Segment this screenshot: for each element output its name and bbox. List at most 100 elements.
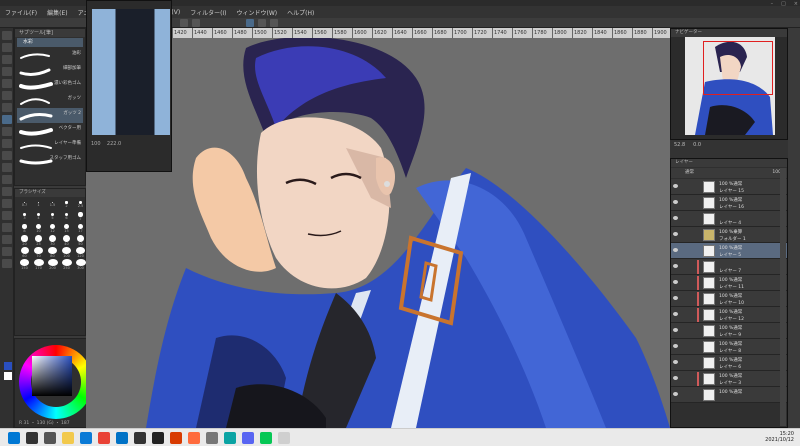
brush-size-option[interactable]: 2	[60, 199, 73, 210]
layer-row[interactable]: 100 %通常 レイヤー 8	[671, 339, 787, 355]
settings-icon[interactable]	[206, 432, 218, 444]
search-icon[interactable]	[26, 432, 38, 444]
visibility-eye-icon[interactable]	[673, 264, 678, 268]
brush-size-option[interactable]: 200	[46, 259, 59, 270]
menu-file[interactable]: ファイル(F)	[0, 8, 42, 17]
visibility-eye-icon[interactable]	[673, 312, 678, 316]
brush-size-option[interactable]: 100	[60, 247, 73, 258]
brush-size-option[interactable]: 70	[32, 247, 45, 258]
visibility-eye-icon[interactable]	[673, 200, 678, 204]
blend-tool-icon[interactable]	[2, 163, 12, 172]
visibility-eye-icon[interactable]	[673, 328, 678, 332]
brush-size-option[interactable]: 30	[46, 235, 59, 246]
drawing-canvas[interactable]	[86, 38, 670, 428]
brush-size-option[interactable]: 250	[60, 259, 73, 270]
layer-row[interactable]: 100 %通常 レイヤー 15	[671, 179, 787, 195]
visibility-eye-icon[interactable]	[673, 232, 678, 236]
media-icon[interactable]	[224, 432, 236, 444]
ruler-tool-icon[interactable]	[2, 223, 12, 232]
edge-icon[interactable]	[80, 432, 92, 444]
view-frame[interactable]	[703, 41, 773, 95]
paint-icon[interactable]	[188, 432, 200, 444]
brush-tool-icon[interactable]	[2, 115, 12, 124]
brush-item[interactable]: スタッフ用ゴム	[17, 153, 83, 168]
brush-size-option[interactable]: 5	[46, 211, 59, 222]
brush-size-option[interactable]: 25	[32, 235, 45, 246]
balloon-tool-icon[interactable]	[2, 247, 12, 256]
fill-tool-icon[interactable]	[2, 175, 12, 184]
layer-row[interactable]: 100 %通常 レイヤー 10	[671, 291, 787, 307]
visibility-eye-icon[interactable]	[673, 344, 678, 348]
brush-item[interactable]: ガッツ	[17, 93, 83, 108]
brush-size-option[interactable]: 15	[60, 223, 73, 234]
task-view-icon[interactable]	[44, 432, 56, 444]
brush-item[interactable]: ガッツ 2	[17, 108, 83, 123]
blend-mode-select[interactable]: 通常 100	[671, 168, 787, 178]
menu-filter[interactable]: フィルター(I)	[185, 8, 231, 17]
visibility-eye-icon[interactable]	[673, 360, 678, 364]
app-icon[interactable]	[152, 432, 164, 444]
layer-row[interactable]: 100 %通常 レイヤー 9	[671, 323, 787, 339]
layer-row[interactable]: 100 %通常	[671, 387, 787, 403]
brush-size-option[interactable]: 8	[18, 223, 31, 234]
store-icon[interactable]	[134, 432, 146, 444]
gradient-tool-icon[interactable]	[2, 187, 12, 196]
pencil-tool-icon[interactable]	[2, 103, 12, 112]
sub-color-swatch[interactable]	[4, 372, 12, 380]
saturation-value-square[interactable]	[32, 356, 72, 396]
visibility-eye-icon[interactable]	[673, 248, 678, 252]
reference-size-value[interactable]: 100	[91, 141, 101, 147]
clip-studio-icon[interactable]	[278, 432, 290, 444]
mail-icon[interactable]	[116, 432, 128, 444]
visibility-eye-icon[interactable]	[673, 392, 678, 396]
brush-size-option[interactable]: 150	[18, 259, 31, 270]
sub-tool-group-tab[interactable]: 水彩	[17, 38, 83, 47]
windows-icon[interactable]	[8, 432, 20, 444]
ruler-mode-icon[interactable]	[258, 19, 266, 27]
layer-row[interactable]: 100 %通常 レイヤー 3	[671, 371, 787, 387]
select-tool-icon[interactable]	[2, 55, 12, 64]
brush-size-option[interactable]: 20	[18, 235, 31, 246]
layer-row[interactable]: 100 %通常 レイヤー 6	[671, 355, 787, 371]
brush-item[interactable]: レイヤー準備	[17, 138, 83, 153]
zoom-tool-icon[interactable]	[2, 43, 12, 52]
pen-tool-icon[interactable]	[2, 91, 12, 100]
explorer-icon[interactable]	[62, 432, 74, 444]
visibility-eye-icon[interactable]	[673, 184, 678, 188]
menu-help[interactable]: ヘルプ(H)	[282, 8, 319, 17]
layer-row[interactable]: 100 %通常 レイヤー 12	[671, 307, 787, 323]
undo-icon[interactable]	[180, 19, 188, 27]
chrome-icon[interactable]	[98, 432, 110, 444]
line-icon[interactable]	[260, 432, 272, 444]
frame-tool-icon[interactable]	[2, 211, 12, 220]
redo-icon[interactable]	[192, 19, 200, 27]
brush-size-option[interactable]: 3	[18, 211, 31, 222]
visibility-eye-icon[interactable]	[673, 280, 678, 284]
brush-item[interactable]: 濃い彩色ゴム	[17, 78, 83, 93]
snap-icon[interactable]	[270, 19, 278, 27]
move-tool-icon[interactable]	[2, 31, 12, 40]
brush-size-option[interactable]: 1	[32, 199, 45, 210]
layer-row[interactable]: 100 %通常 レイヤー 5	[671, 243, 787, 259]
zoom-value[interactable]: 52.8	[674, 142, 685, 148]
angle-value[interactable]: 0.0	[693, 142, 701, 148]
menu-edit[interactable]: 編集(E)	[42, 8, 72, 17]
layer-scrollbar[interactable]	[780, 168, 786, 426]
brush-size-option[interactable]: 40	[60, 235, 73, 246]
menu-window[interactable]: ウィンドウ(W)	[232, 8, 283, 17]
layer-row[interactable]: レイヤー 7	[671, 259, 787, 275]
brush-size-option[interactable]: 10	[32, 223, 45, 234]
discord-icon[interactable]	[242, 432, 254, 444]
brush-size-option[interactable]: 60	[18, 247, 31, 258]
office-icon[interactable]	[170, 432, 182, 444]
system-clock[interactable]: 15:20 2021/10/12	[765, 431, 794, 443]
layer-row[interactable]: 100 %通常 レイヤー 16	[671, 195, 787, 211]
figure-tool-icon[interactable]	[2, 199, 12, 208]
layer-folder-row[interactable]: 100 %乗算 フォルダー 1	[671, 227, 787, 243]
brush-size-option[interactable]: 4	[32, 211, 45, 222]
visibility-eye-icon[interactable]	[673, 216, 678, 220]
main-color-swatch[interactable]	[4, 362, 12, 370]
brush-size-option[interactable]: 0.7	[18, 199, 31, 210]
airbrush-tool-icon[interactable]	[2, 127, 12, 136]
visibility-eye-icon[interactable]	[673, 296, 678, 300]
